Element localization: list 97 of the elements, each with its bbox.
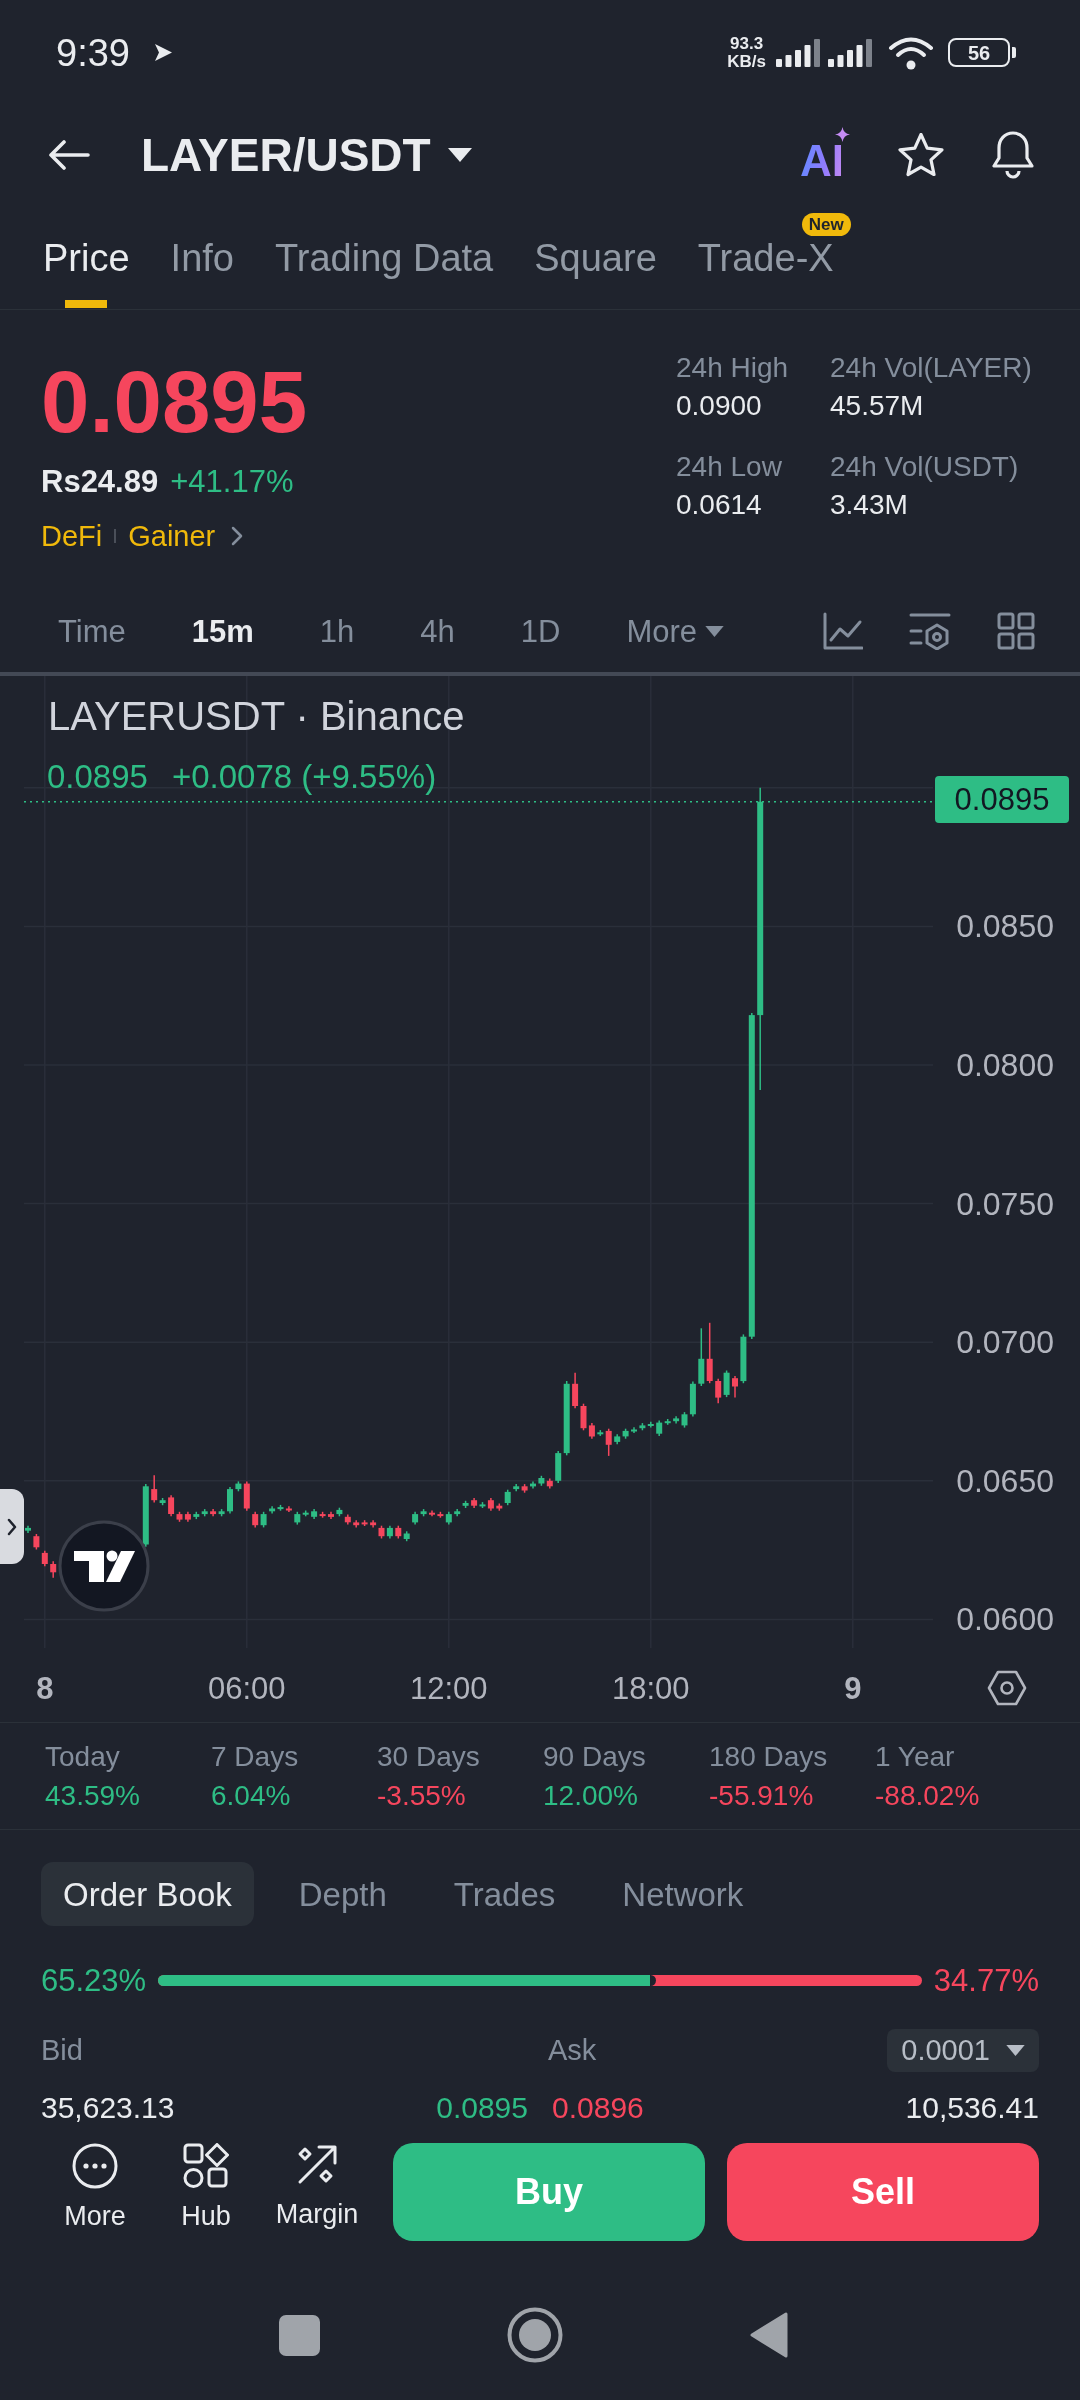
axis-label: 06:00: [208, 1672, 286, 1704]
pair-selector[interactable]: LAYER/USDT: [141, 132, 472, 178]
back-icon[interactable]: [750, 2312, 788, 2358]
stat-value: 3.43M: [830, 488, 909, 522]
ask-price: 0.0896: [552, 2092, 644, 2123]
caret-icon: [705, 625, 725, 637]
stat-label: 24h Vol(LAYER): [830, 351, 1033, 385]
axis-label: 0.0750: [956, 1187, 1054, 1220]
ask-amount: 10,536.41: [905, 2092, 1039, 2123]
chart-title: LAYERUSDT · Binance: [48, 696, 465, 736]
more-icon: [72, 2143, 118, 2189]
order-book-tab[interactable]: Trades: [431, 1862, 578, 1926]
battery-indicator: 56: [948, 38, 1016, 67]
stat-label: 24h High: [676, 351, 790, 385]
interval-option[interactable]: 15m: [191, 615, 254, 647]
axis-label: 18:00: [612, 1672, 690, 1704]
legend-change: +0.0078 (+9.55%): [171, 760, 437, 793]
price-tag: 0.0895: [935, 776, 1069, 823]
new-badge: New: [801, 213, 851, 236]
sparkle-icon: [835, 127, 850, 142]
indicator-settings-icon[interactable]: [909, 612, 951, 650]
stat-label: 24h Low: [676, 450, 783, 484]
settings-icon[interactable]: [987, 1670, 1027, 1706]
axis-label: 8: [36, 1672, 54, 1704]
category-tag[interactable]: Gainer: [128, 521, 216, 551]
price-change: +41.17%: [170, 465, 294, 497]
legend-price: 0.0895: [47, 760, 148, 793]
stat-value: 0.0614: [676, 488, 763, 522]
wifi-icon: [888, 35, 934, 70]
hub-button[interactable]: Hub: [156, 2143, 256, 2230]
axis-label: 12:00: [410, 1672, 488, 1704]
bid-price: 0.0895: [436, 2092, 528, 2123]
signal-icon: [828, 38, 872, 67]
play-icon: [153, 43, 173, 62]
bid-amount: 35,623.13: [41, 2092, 175, 2123]
period-label: 7 Days: [211, 1739, 300, 1774]
grid-icon[interactable]: [997, 612, 1035, 650]
interval-option[interactable]: 1D: [520, 615, 561, 647]
panel-toggle-button[interactable]: [0, 1489, 24, 1564]
fiat-price: Rs24.89: [41, 465, 159, 497]
tab[interactable]: Trade-X: [697, 237, 834, 309]
period-label: 1 Year: [875, 1739, 956, 1774]
interval-option[interactable]: 1h: [319, 615, 355, 647]
tab[interactable]: Square: [534, 237, 657, 309]
caret-icon: [1006, 2044, 1025, 2056]
order-book-tab[interactable]: Network: [600, 1862, 766, 1926]
stat-label: 24h Vol(USDT): [830, 450, 1020, 484]
tab[interactable]: Price: [43, 237, 130, 309]
bid-column-header: Bid: [41, 2035, 83, 2065]
axis-label: 0.0700: [956, 1326, 1054, 1359]
period-label: 30 Days: [377, 1739, 481, 1774]
caret-icon: [447, 148, 472, 162]
chevron-icon[interactable]: [231, 526, 244, 546]
status-time: 9:39: [56, 33, 130, 72]
period-change: -55.91%: [709, 1778, 815, 1813]
precision-dropdown[interactable]: 0.0001: [887, 2028, 1039, 2072]
stat-value: 45.57M: [830, 389, 925, 423]
bell-icon[interactable]: [992, 131, 1034, 179]
margin-button[interactable]: Margin: [267, 2143, 367, 2228]
period-label: 90 Days: [543, 1739, 647, 1774]
period-change: 43.59%: [45, 1778, 141, 1813]
period-label: Today: [45, 1739, 121, 1774]
chart-logo-icon[interactable]: [58, 1520, 150, 1612]
signal-icon: [776, 38, 820, 67]
line-chart-icon[interactable]: [823, 612, 863, 650]
interval-option[interactable]: Time: [58, 615, 126, 647]
last-price: 0.0895: [41, 358, 309, 445]
order-book-tab[interactable]: Order Book: [41, 1862, 254, 1926]
period-change: 12.00%: [543, 1778, 639, 1813]
order-book-tab[interactable]: Depth: [276, 1862, 409, 1926]
axis-label: 0.0850: [956, 910, 1054, 943]
category-tag[interactable]: DeFi: [41, 521, 103, 551]
period-change: 6.04%: [211, 1778, 292, 1813]
bid-share: 65.23%: [41, 1964, 147, 1996]
ask-column-header: Ask: [548, 2035, 597, 2065]
tab[interactable]: Trading Data: [274, 237, 494, 309]
interval-option[interactable]: 4h: [420, 615, 455, 647]
axis-label: 9: [844, 1672, 862, 1704]
home-icon[interactable]: [507, 2307, 563, 2363]
stat-value: 0.0900: [676, 389, 763, 423]
ask-share: 34.77%: [933, 1964, 1039, 1996]
period-change: -88.02%: [875, 1778, 981, 1813]
recent-apps-icon[interactable]: [279, 2314, 320, 2356]
sell-button[interactable]: Sell: [727, 2143, 1039, 2241]
period-label: 180 Days: [709, 1739, 829, 1774]
axis-label: 0.0650: [956, 1464, 1054, 1497]
network-speed-unit: KB/s: [727, 52, 766, 71]
axis-label: 0.0800: [956, 1049, 1054, 1081]
tab[interactable]: Info: [170, 237, 234, 309]
chevron-icon: [7, 1517, 17, 1536]
axis-label: 0.0600: [956, 1603, 1054, 1636]
period-change: -3.55%: [377, 1778, 467, 1813]
more-intervals-button[interactable]: More: [626, 615, 725, 647]
network-speed: 93.3: [730, 34, 764, 53]
star-icon[interactable]: [898, 133, 944, 177]
more-button[interactable]: More: [45, 2143, 145, 2230]
apps-icon: [183, 2143, 229, 2189]
